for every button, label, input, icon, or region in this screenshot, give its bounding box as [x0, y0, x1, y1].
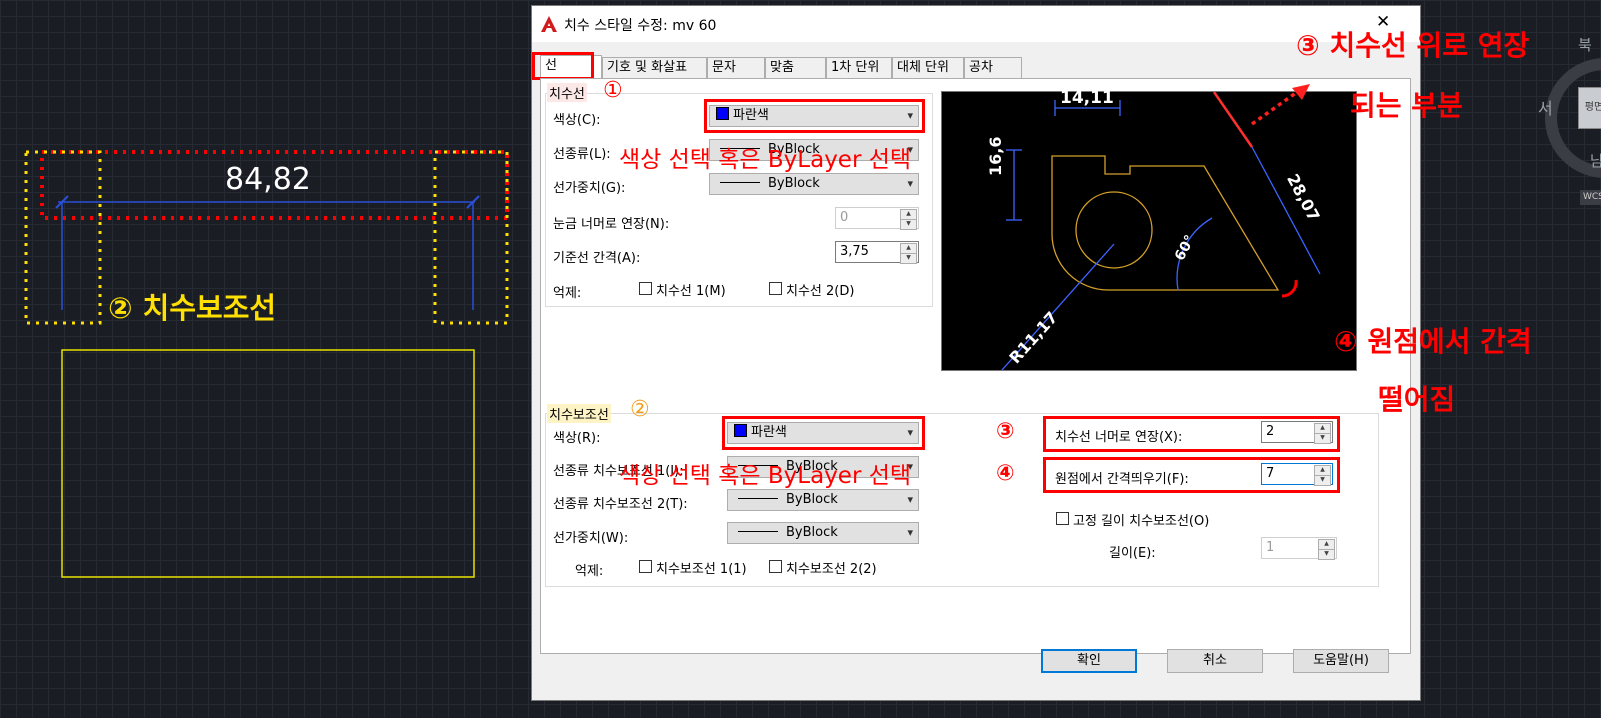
note4-line1: ④ 원점에서 간격 [1334, 325, 1532, 358]
viewcube-face[interactable]: 평면 [1578, 87, 1601, 129]
lineweight-sample [720, 182, 760, 183]
extline-lineweight-label: 선가중치(W): [553, 531, 629, 546]
tab-fit[interactable]: 맞춤 [765, 57, 826, 78]
dimline-marker: ① [603, 78, 623, 103]
offset-origin-value: 7 [1266, 466, 1275, 481]
offset-origin-input[interactable]: 7 ▲ ▼ [1261, 463, 1333, 486]
cad-dimension-drawing [24, 150, 509, 578]
extline-color-label: 색상(R): [553, 431, 601, 446]
tab-primary-units[interactable]: 1차 단위 [826, 57, 892, 78]
extline-lineweight-value: ByBlock [786, 525, 838, 540]
spin-down-icon[interactable]: ▼ [1314, 475, 1331, 486]
baseline-spacing-value: 3,75 [840, 244, 869, 259]
extline-color-highlight [722, 416, 925, 450]
suppress-dimline2-label: 치수선 2(D) [786, 284, 855, 299]
viewcube-south[interactable]: 남 [1590, 150, 1601, 171]
preview-pane: 14,11 16,6 28,07 60° R11,17 [941, 88, 1357, 371]
extend-beyond-label: 치수선 너머로 연장(X): [1055, 430, 1183, 445]
extend-marker: ③ [996, 419, 1015, 444]
suppress-dimline1-checkbox[interactable] [639, 282, 652, 295]
dimline-group-title: 치수선 [547, 83, 587, 102]
dimline-lineweight-value: ByBlock [768, 176, 820, 191]
length-label: 길이(E): [1109, 546, 1156, 561]
spin-down-icon: ▼ [1318, 549, 1335, 560]
offset-origin-label: 원점에서 간격띄우기(F): [1055, 472, 1189, 487]
baseline-spacing-input[interactable]: 3,75 ▲ ▼ [835, 241, 919, 264]
chevron-down-icon: ▾ [907, 526, 913, 539]
fixed-length-label: 고정 길이 치수보조선(O) [1073, 514, 1210, 529]
extend-ticks-input: 0 ▲ ▼ [835, 207, 919, 230]
offset-marker: ④ [996, 461, 1015, 486]
ok-button[interactable]: 확인 [1041, 649, 1137, 673]
suppress-extline1-label: 치수보조선 1(1) [656, 562, 747, 577]
tab-tolerances[interactable]: 공차 [964, 57, 1022, 78]
tab-symbols-arrows[interactable]: 기호 및 화살표 [602, 57, 707, 78]
dialog-title: 치수 스타일 수정: mv 60 [564, 18, 717, 34]
suppress-extline2-label: 치수보조선 2(2) [786, 562, 877, 577]
note3-line2: 되는 부분 [1350, 89, 1463, 122]
preview-drawing [1001, 91, 1321, 371]
extline-suppress-label: 억제: [575, 564, 604, 579]
help-button[interactable]: 도움말(H) [1293, 649, 1389, 673]
extline-marker: ② [630, 397, 650, 422]
extend-ticks-label: 눈금 너머로 연장(N): [553, 217, 670, 232]
fixed-length-checkbox[interactable] [1056, 512, 1069, 525]
viewcube-north[interactable]: 북 [1578, 34, 1592, 55]
preview-dim-left: 16,6 [986, 136, 1005, 176]
autocad-logo-icon [541, 16, 557, 32]
linetype-sample [738, 498, 778, 499]
length-input: 1 ▲ ▼ [1261, 537, 1337, 560]
title-bar[interactable]: 치수 스타일 수정: mv 60 ✕ [532, 6, 1420, 42]
extend-beyond-value: 2 [1266, 424, 1275, 439]
dimline-color-label: 색상(C): [553, 113, 601, 128]
dimline-lineweight-label: 선가중치(G): [553, 181, 626, 196]
note3-line1: ③ 치수선 위로 연장 [1296, 29, 1530, 62]
dimline-lineweight-select[interactable]: ByBlock ▾ [709, 173, 919, 195]
extline-linetype2-value: ByBlock [786, 492, 838, 507]
extend-ticks-value: 0 [840, 210, 849, 225]
viewcube-west[interactable]: 서 [1538, 95, 1553, 119]
extline-linetype2-label: 선종류 치수보조선 2(T): [553, 497, 688, 512]
suppress-dimline1-label: 치수선 1(M) [656, 284, 726, 299]
color-note-2: 색상 선택 혹은 ByLayer 선택 [619, 463, 912, 489]
spin-down-icon[interactable]: ▼ [1314, 433, 1331, 444]
extline-group-title: 치수보조선 [547, 404, 611, 423]
ext-line-label: ② 치수보조선 [108, 291, 277, 325]
dimline-linetype-label: 선종류(L): [553, 147, 611, 162]
extline-lineweight-select[interactable]: ByBlock ▾ [727, 522, 919, 544]
suppress-dimline2-checkbox[interactable] [769, 282, 782, 295]
baseline-spacing-label: 기준선 간격(A): [553, 251, 641, 266]
chevron-down-icon: ▾ [907, 493, 913, 506]
cancel-button[interactable]: 취소 [1167, 649, 1263, 673]
suppress-extline2-checkbox[interactable] [769, 560, 782, 573]
dimline-suppress-label: 억제: [553, 286, 582, 301]
preview-dim-top: 14,11 [1060, 88, 1114, 108]
extend-beyond-input[interactable]: 2 ▲ ▼ [1261, 421, 1333, 444]
wcs-badge[interactable]: WCS [1580, 190, 1601, 205]
note3-arrow-icon [1250, 84, 1310, 126]
spin-down-icon[interactable]: ▼ [900, 253, 917, 264]
note4-line2: 떨어짐 [1378, 383, 1456, 416]
dimline-color-highlight [704, 99, 925, 133]
chevron-down-icon: ▾ [907, 177, 913, 190]
length-value: 1 [1266, 540, 1275, 555]
lineweight-sample [738, 531, 778, 532]
tab-alternate-units[interactable]: 대체 단위 [892, 57, 964, 78]
tab-highlight-box [532, 52, 594, 80]
suppress-extline1-checkbox[interactable] [639, 560, 652, 573]
tab-text[interactable]: 문자 [707, 57, 765, 78]
spin-down-icon: ▼ [900, 219, 917, 230]
color-note-1: 색상 선택 혹은 ByLayer 선택 [619, 147, 912, 173]
extline-linetype2-select[interactable]: ByBlock ▾ [727, 489, 919, 511]
cad-dimension-value: 84,82 [225, 162, 311, 197]
